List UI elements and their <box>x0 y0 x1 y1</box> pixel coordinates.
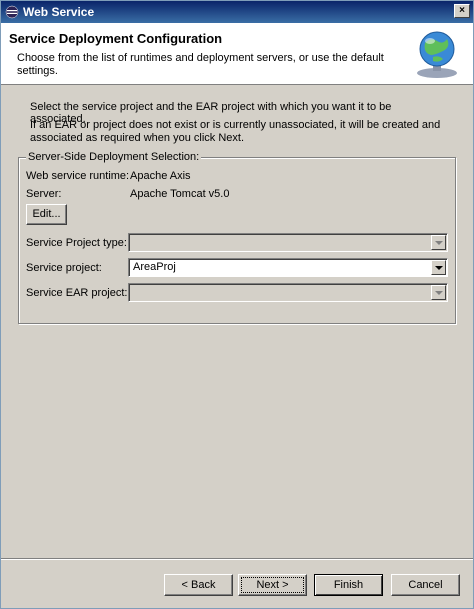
intro-text-2: If an EAR or project does not exist or i… <box>30 119 441 144</box>
group-legend: Server-Side Deployment Selection: <box>26 151 202 163</box>
chevron-down-icon <box>435 241 443 245</box>
service-project-value: AreaProj <box>133 261 176 273</box>
project-type-label: Service Project type: <box>26 237 127 249</box>
service-project-label: Service project: <box>26 262 102 274</box>
page-title: Service Deployment Configuration <box>9 31 223 46</box>
cancel-button[interactable]: Cancel <box>391 574 460 596</box>
service-project-dropdown-button[interactable] <box>431 260 446 275</box>
ear-project-dropdown-button[interactable] <box>431 285 446 300</box>
deployment-selection-group: Server-Side Deployment Selection: Web se… <box>18 151 456 324</box>
runtime-value: Apache Axis <box>130 170 191 182</box>
ear-project-label: Service EAR project: <box>26 287 128 299</box>
button-separator <box>1 558 473 560</box>
web-service-dialog: Web Service × Service Deployment Configu… <box>0 0 474 609</box>
finish-button-label: Finish <box>333 579 364 591</box>
back-button-label: < Back <box>181 579 216 591</box>
eclipse-icon <box>5 5 19 19</box>
server-label: Server: <box>26 188 62 200</box>
page-description: Choose from the list of runtimes and dep… <box>17 52 384 77</box>
server-value: Apache Tomcat v5.0 <box>130 188 230 200</box>
next-button-label: Next > <box>256 579 289 591</box>
runtime-label: Web service runtime: <box>26 170 130 182</box>
edit-button-label: Edit... <box>32 208 61 220</box>
project-type-dropdown-button[interactable] <box>431 235 446 250</box>
chevron-down-icon <box>435 266 443 270</box>
project-type-combo[interactable] <box>128 233 448 252</box>
edit-button[interactable]: Edit... <box>26 204 67 225</box>
title-bar: Web Service × <box>1 1 473 23</box>
globe-service-icon <box>417 31 457 78</box>
service-project-combo[interactable]: AreaProj <box>128 258 448 277</box>
close-button[interactable]: × <box>454 4 470 18</box>
next-button[interactable]: Next > <box>238 574 307 596</box>
ear-project-combo[interactable] <box>128 283 448 302</box>
close-icon: × <box>459 5 465 16</box>
wizard-banner: Service Deployment Configuration Choose … <box>1 23 473 85</box>
window-title: Web Service <box>23 5 95 19</box>
back-button[interactable]: < Back <box>164 574 233 596</box>
chevron-down-icon <box>435 291 443 295</box>
cancel-button-label: Cancel <box>408 579 443 591</box>
finish-button[interactable]: Finish <box>314 574 383 596</box>
